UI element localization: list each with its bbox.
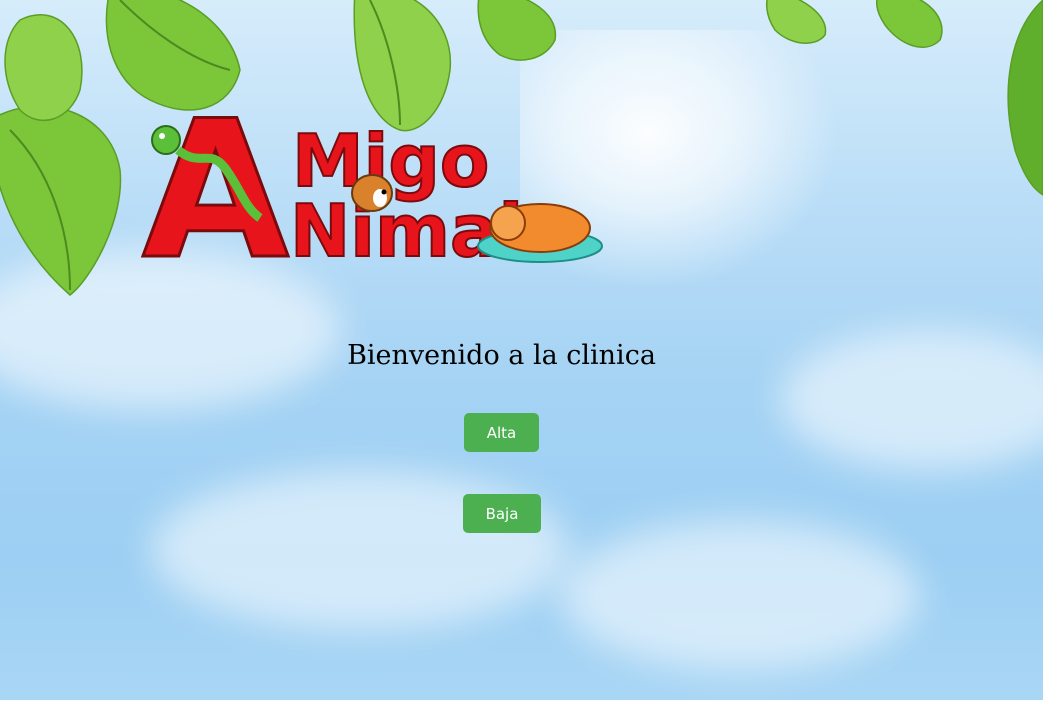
cat-icon bbox=[477, 203, 603, 263]
dog-icon bbox=[351, 174, 393, 212]
amigo-animal-logo: A Migo Nimal bbox=[141, 79, 603, 270]
page-bottom-edge bbox=[0, 700, 1043, 704]
alta-button[interactable]: Alta bbox=[464, 413, 539, 452]
svg-text:A: A bbox=[142, 80, 289, 270]
welcome-heading: Bienvenido a la clinica bbox=[347, 340, 656, 371]
baja-button[interactable]: Baja bbox=[463, 494, 541, 533]
svg-text:Nimal: Nimal bbox=[290, 189, 523, 270]
